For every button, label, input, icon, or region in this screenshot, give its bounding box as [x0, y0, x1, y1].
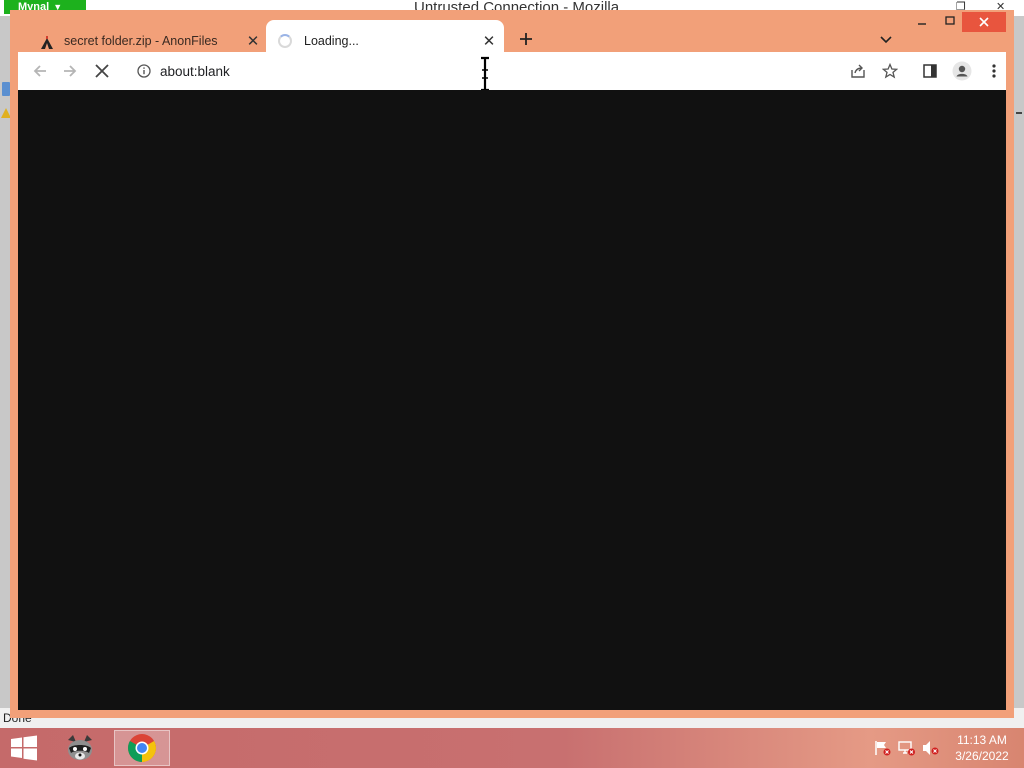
stop-icon [95, 64, 109, 78]
maximize-button[interactable] [938, 12, 962, 32]
close-tab-icon[interactable]: ✕ [480, 32, 498, 50]
action-center-flag-icon[interactable] [874, 740, 892, 756]
background-right-edge [1014, 16, 1024, 708]
tab-search-button[interactable] [874, 28, 898, 52]
chrome-app-icon [128, 734, 156, 762]
maximize-icon [945, 16, 955, 25]
profile-avatar-icon [952, 61, 972, 81]
tab-title: secret folder.zip - AnonFiles [64, 34, 218, 48]
arrow-right-icon [64, 65, 77, 77]
start-button[interactable] [4, 732, 44, 764]
plus-icon [520, 33, 532, 45]
new-tab-button[interactable] [514, 28, 538, 52]
network-disconnected-icon[interactable] [898, 740, 916, 756]
clock-date: 3/26/2022 [955, 749, 1009, 763]
system-clock[interactable]: 11:13 AM 3/26/2022 [944, 732, 1020, 764]
clock-time: 11:13 AM [957, 733, 1007, 747]
star-icon [882, 63, 898, 79]
profile-button[interactable] [950, 59, 974, 83]
background-left-edge [0, 16, 11, 708]
dash-icon [1016, 112, 1022, 114]
stop-loading-button[interactable] [90, 59, 114, 83]
browser-window: secret folder.zip - AnonFiles ✕ Loading.… [10, 10, 1014, 718]
address-bar-url: about:blank [160, 63, 230, 79]
info-icon[interactable] [136, 63, 152, 79]
volume-muted-icon[interactable] [922, 740, 940, 756]
close-tab-icon[interactable]: ✕ [244, 32, 262, 50]
side-panel-icon [923, 64, 937, 78]
three-dots-icon [992, 64, 996, 78]
tab-title: Loading... [304, 34, 359, 48]
close-window-button[interactable] [962, 12, 1006, 32]
minimize-icon [918, 23, 926, 25]
address-bar[interactable]: about:blank [128, 57, 958, 85]
taskbar-raccoon-app[interactable] [52, 730, 108, 766]
windows-logo-icon [11, 735, 37, 761]
side-panel-button[interactable] [918, 59, 942, 83]
loading-spinner-icon [278, 34, 292, 48]
document-icon [2, 82, 10, 96]
browser-toolbar: about:blank [18, 52, 1006, 92]
forward-button[interactable] [58, 59, 82, 83]
anonfiles-icon [38, 33, 56, 49]
minimize-button[interactable] [910, 12, 934, 32]
text-cursor-icon [480, 56, 490, 92]
taskbar: 11:13 AM 3/26/2022 [0, 728, 1024, 768]
share-button[interactable] [846, 59, 870, 83]
share-icon [851, 64, 865, 78]
bookmark-button[interactable] [878, 59, 902, 83]
page-content-area[interactable] [18, 90, 1006, 710]
raccoon-app-icon [68, 735, 92, 760]
menu-button[interactable] [982, 59, 1006, 83]
chevron-down-icon [880, 36, 892, 44]
taskbar-chrome-app[interactable] [114, 730, 170, 766]
close-icon [979, 17, 989, 27]
arrow-left-icon [33, 65, 46, 77]
back-button[interactable] [28, 59, 52, 83]
